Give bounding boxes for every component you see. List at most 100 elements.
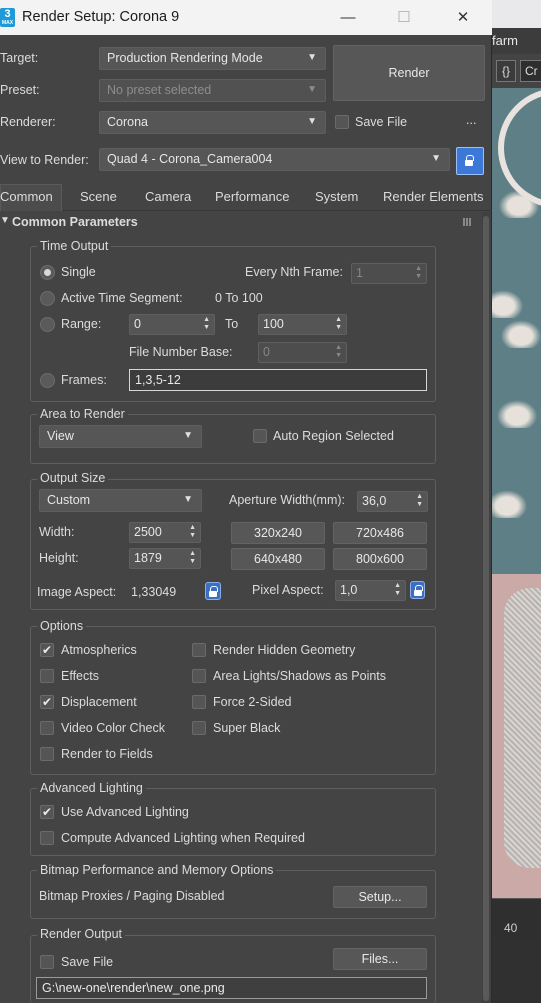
option-checkbox[interactable] [40, 721, 54, 735]
option-label: Displacement [61, 695, 137, 709]
bitmap-status-label: Bitmap Proxies / Paging Disabled [39, 889, 225, 903]
tab-common[interactable]: Common [0, 185, 53, 210]
minimize-button[interactable]: — [325, 0, 371, 35]
area-to-render-dropdown[interactable]: View ▼ [39, 425, 202, 448]
frames-radio[interactable] [40, 373, 55, 388]
tab-camera[interactable]: Camera [145, 185, 191, 210]
advanced-lighting-title: Advanced Lighting [37, 781, 146, 795]
scene-bird [498, 318, 541, 348]
app-logo-icon: 3 MAX [0, 8, 15, 27]
time-output-title: Time Output [37, 239, 112, 253]
file-number-base-spinner[interactable]: 0 ▲ ▼ [258, 342, 347, 363]
option-checkbox[interactable] [40, 747, 54, 761]
view-to-render-label: View to Render: [0, 153, 89, 167]
option-label: Render Hidden Geometry [213, 643, 356, 657]
preset-800x600-button[interactable]: 800x600 [333, 548, 427, 570]
pixel-aspect-label: Pixel Aspect: [252, 583, 324, 597]
frames-input[interactable]: 1,3,5-12 [129, 369, 427, 391]
option-checkbox[interactable] [192, 669, 206, 683]
target-dropdown[interactable]: Production Rendering Mode ▼ [99, 47, 326, 70]
render-output-title: Render Output [37, 927, 125, 941]
auto-region-label: Auto Region Selected [273, 429, 394, 443]
preset-label: Preset: [0, 83, 40, 97]
option-checkbox[interactable]: ✔ [40, 643, 54, 657]
every-nth-frame-spinner[interactable]: 1 ▲ ▼ [351, 263, 427, 284]
background-toolbar-button[interactable]: Cr [520, 60, 541, 82]
option-checkbox[interactable] [192, 643, 206, 657]
files-button[interactable]: Files... [333, 948, 427, 970]
maximize-button[interactable]: ☐ [381, 0, 427, 35]
option-label: Render to Fields [61, 747, 153, 761]
lock-icon [462, 152, 478, 170]
scene-bird [496, 188, 541, 218]
renderer-dropdown[interactable]: Corona ▼ [99, 111, 326, 134]
active-time-segment-radio[interactable] [40, 291, 55, 306]
use-advanced-lighting-label: Use Advanced Lighting [61, 805, 189, 819]
background-toolbar-button[interactable]: {} [496, 60, 516, 82]
render-output-path-field[interactable]: G:\new-one\render\new_one.png [36, 977, 427, 999]
bitmap-options-title: Bitmap Performance and Memory Options [37, 863, 277, 877]
scrollbar[interactable] [482, 212, 490, 1003]
single-label: Single [61, 265, 96, 279]
height-label: Height: [39, 551, 79, 565]
height-spinner[interactable]: 1879 ▲ ▼ [129, 548, 201, 569]
save-file-label: Save File [355, 115, 408, 129]
renderer-label: Renderer: [0, 115, 56, 129]
range-radio[interactable] [40, 317, 55, 332]
render-output-save-file-checkbox[interactable] [40, 955, 54, 969]
tab-system[interactable]: System [315, 185, 358, 210]
use-advanced-lighting-checkbox[interactable]: ✔ [40, 805, 54, 819]
range-label: Range: [61, 317, 102, 331]
output-size-preset-dropdown[interactable]: Custom ▼ [39, 489, 202, 512]
tab-performance[interactable]: Performance [215, 185, 289, 210]
ruler-tick-label: 40 [504, 921, 518, 935]
target-label: Target: [0, 51, 39, 65]
scene-bird [490, 488, 530, 518]
file-number-base-label: File Number Base: [129, 345, 233, 359]
bitmap-setup-button[interactable]: Setup... [333, 886, 427, 908]
more-options-button[interactable]: ... [466, 113, 476, 127]
render-setup-window: 3 MAX Render Setup: Corona 9 — ☐ ✕ Target… [0, 0, 492, 1003]
background-viewport: farm {} Cr 40 [490, 0, 541, 1003]
view-to-render-dropdown[interactable]: Quad 4 - Corona_Camera004 ▼ [99, 148, 450, 171]
pixel-aspect-lock-icon[interactable] [410, 581, 425, 599]
background-statusbar [490, 938, 541, 1003]
lock-view-button[interactable] [456, 147, 484, 175]
option-checkbox[interactable] [192, 695, 206, 709]
range-from-spinner[interactable]: 0 ▲ ▼ [129, 314, 215, 335]
option-checkbox[interactable] [192, 721, 206, 735]
aperture-width-label: Aperture Width(mm): [229, 493, 345, 507]
option-checkbox[interactable]: ✔ [40, 695, 54, 709]
aperture-width-spinner[interactable]: 36,0 ▲ ▼ [357, 491, 428, 512]
single-radio[interactable] [40, 265, 55, 280]
option-checkbox[interactable] [40, 669, 54, 683]
width-spinner[interactable]: 2500 ▲ ▼ [129, 522, 201, 543]
rollout-collapse-icon[interactable]: ▼ [0, 215, 10, 226]
image-aspect-lock-icon[interactable] [205, 582, 221, 600]
preset-320x240-button[interactable]: 320x240 [231, 522, 325, 544]
viewport-scene-image [490, 88, 541, 898]
active-time-segment-value: 0 To 100 [215, 291, 263, 305]
title-bar[interactable]: 3 MAX Render Setup: Corona 9 — ☐ ✕ [0, 0, 492, 35]
image-aspect-value: 1,33049 [131, 585, 177, 599]
pixel-aspect-spinner[interactable]: 1,0 ▲ ▼ [335, 580, 406, 601]
render-button[interactable]: Render [333, 45, 485, 101]
preset-720x486-button[interactable]: 720x486 [333, 522, 427, 544]
auto-region-checkbox[interactable] [253, 429, 267, 443]
close-button[interactable]: ✕ [440, 0, 486, 35]
save-file-checkbox[interactable] [335, 115, 349, 129]
option-label: Force 2-Sided [213, 695, 292, 709]
preset-640x480-button[interactable]: 640x480 [231, 548, 325, 570]
rollout-title[interactable]: Common Parameters [12, 215, 138, 229]
scrollbar-thumb[interactable] [483, 216, 489, 1001]
compute-advanced-lighting-checkbox[interactable] [40, 831, 54, 845]
range-to-spinner[interactable]: 100 ▲ ▼ [258, 314, 347, 335]
render-output-save-file-label: Save File [61, 955, 114, 969]
scene-bird [494, 398, 540, 428]
tab-render-elements[interactable]: Render Elements [383, 185, 483, 210]
timeline-ruler[interactable]: 40 [490, 898, 541, 938]
tab-scene[interactable]: Scene [80, 185, 117, 210]
preset-dropdown[interactable]: No preset selected ▼ [99, 79, 326, 102]
option-label: Atmospherics [61, 643, 137, 657]
frames-label: Frames: [61, 373, 107, 387]
